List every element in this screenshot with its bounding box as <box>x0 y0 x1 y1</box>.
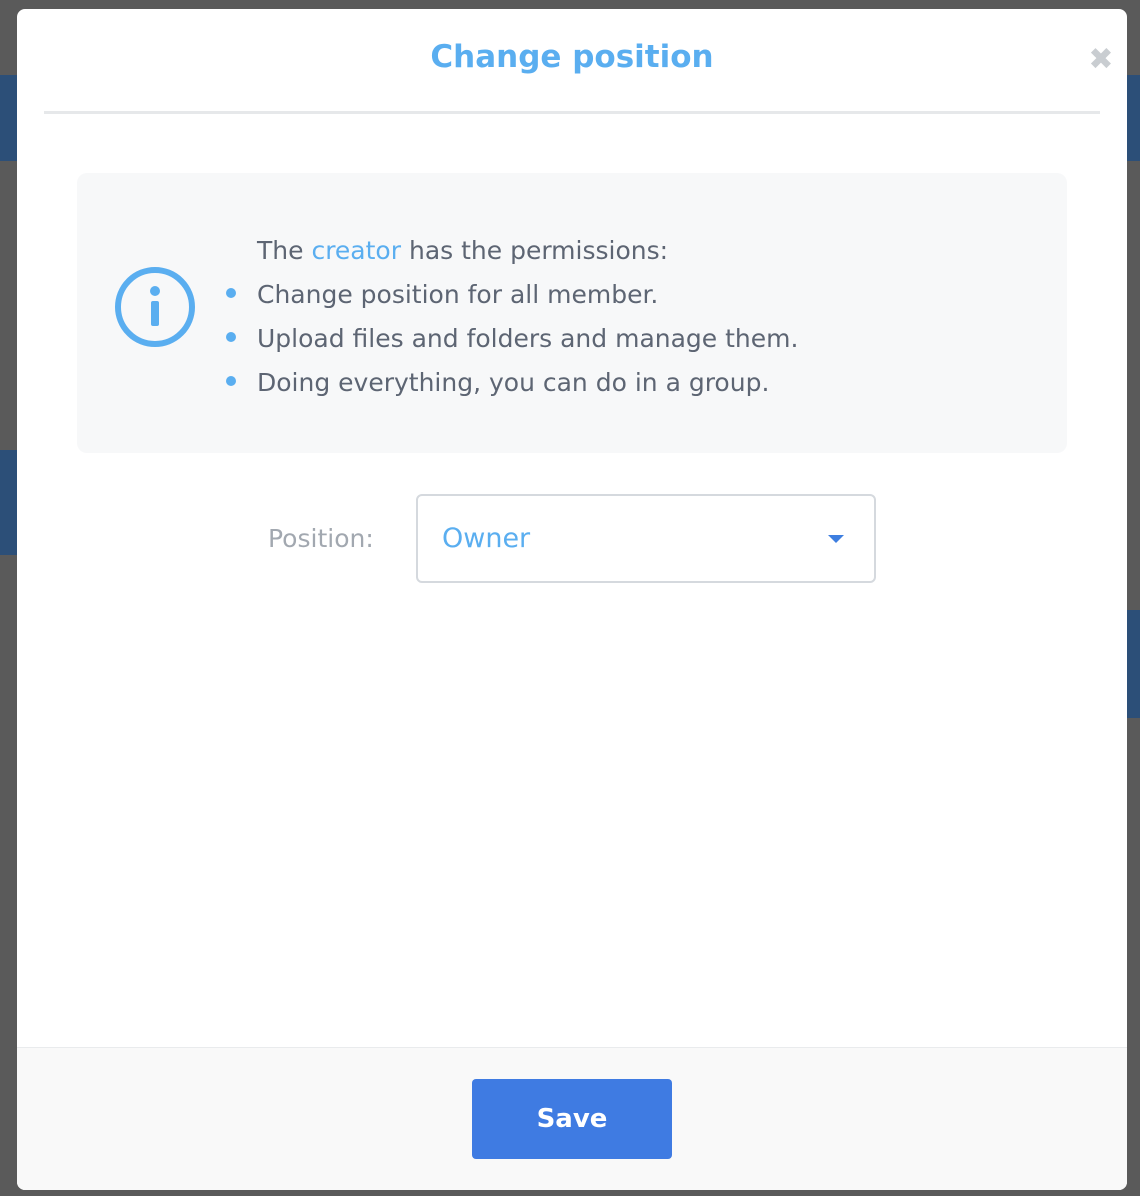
modal-title: Change position <box>430 39 714 75</box>
background-stripe <box>0 450 17 555</box>
permissions-info-box: The creator has the permissions: Change … <box>77 173 1067 453</box>
intro-suffix: has the permissions: <box>408 236 669 265</box>
background-stripe <box>0 75 17 161</box>
modal-footer: Save <box>17 1047 1127 1190</box>
permissions-list: Change position for all member. Upload f… <box>226 273 799 405</box>
change-position-modal: Change position ✖ The creator has the pe… <box>17 9 1127 1190</box>
role-name: creator <box>311 236 402 265</box>
modal-header: Change position ✖ <box>44 9 1114 114</box>
permissions-text: The creator has the permissions: Change … <box>226 229 799 405</box>
permission-item: Change position for all member. <box>226 273 798 317</box>
background-stripe <box>1127 610 1140 718</box>
permission-text: Change position for all member. <box>257 280 659 309</box>
bullet-dot-icon <box>226 332 236 342</box>
permission-text: Doing everything, you can do in a group. <box>257 368 770 397</box>
save-button[interactable]: Save <box>472 1079 672 1159</box>
permission-text: Upload files and folders and manage them… <box>257 324 799 353</box>
info-circle-icon <box>115 267 195 347</box>
position-row: Position: Owner <box>17 494 1127 584</box>
background-stripe <box>1127 75 1140 161</box>
bullet-dot-icon <box>226 288 236 298</box>
permissions-intro: The creator has the permissions: <box>257 229 798 273</box>
permission-item: Doing everything, you can do in a group. <box>226 361 798 405</box>
permission-item: Upload files and folders and manage them… <box>226 317 799 361</box>
chevron-down-icon <box>828 535 844 543</box>
position-label: Position: <box>268 524 374 553</box>
position-select[interactable]: Owner <box>416 494 876 583</box>
intro-prefix: The <box>257 236 304 265</box>
position-selected-value: Owner <box>442 523 531 554</box>
close-icon[interactable]: ✖ <box>1088 45 1114 75</box>
bullet-dot-icon <box>226 376 236 386</box>
